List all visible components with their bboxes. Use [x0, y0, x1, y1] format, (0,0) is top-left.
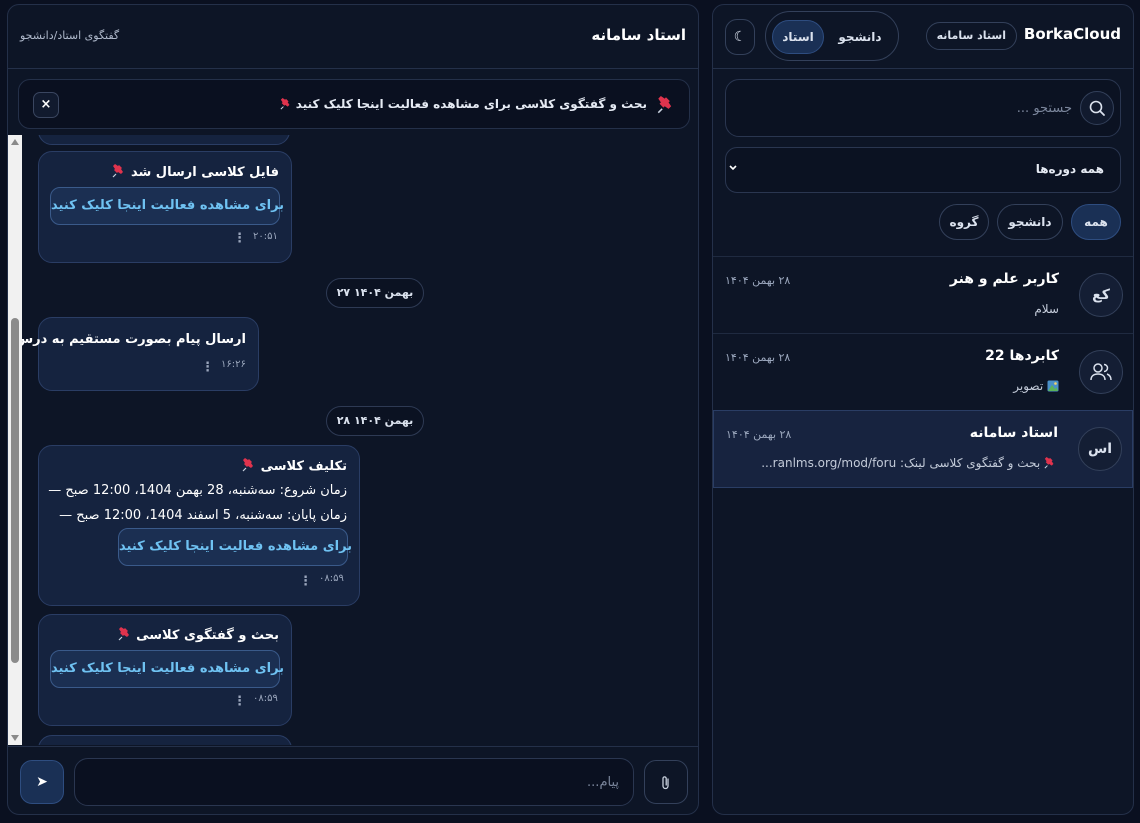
conversation-preview: بحث و گفتگوی کلاسی لینک: ranlms.org/mod/… [752, 456, 1056, 470]
message-title-text: تکلیف کلاسی [260, 459, 347, 474]
conversation-name: کاربر علم و هنر [949, 271, 1059, 287]
chat-panel: استاد سامانه گفتگوی استاد/دانشجو بحث و گ… [7, 4, 699, 815]
message-menu-icon[interactable]: ⋮ [201, 361, 214, 374]
search-box [725, 79, 1121, 137]
role-badge: استاد سامانه [925, 22, 1017, 50]
conversation-date: ۲۸ بهمن ۱۴۰۴ [725, 351, 791, 364]
sidebar: BorkaCloud استاد سامانه استاد دانشجو ☾ ه… [712, 4, 1134, 815]
sidebar-header: BorkaCloud استاد سامانه استاد دانشجو ☾ [713, 5, 1133, 69]
view-activity-button[interactable]: برای مشاهده فعالیت اینجا کلیک کنید [50, 187, 284, 225]
send-icon: ➤ [36, 774, 48, 790]
attach-button[interactable] [644, 760, 688, 804]
pinned-message-label: بحث و گفتگوی کلاسی برای مشاهده فعالیت ای… [295, 97, 647, 111]
date-separator: ۲۷ بهمن ۱۴۰۴ [326, 278, 424, 308]
chevron-down-icon [729, 165, 737, 171]
filter-all-button[interactable]: همه [1071, 204, 1121, 240]
pin-icon [242, 458, 254, 472]
search-input[interactable] [752, 94, 1072, 122]
group-icon [1090, 363, 1112, 381]
scrollbar-thumb[interactable] [11, 318, 19, 663]
theme-toggle-button[interactable]: ☾ [725, 19, 755, 55]
avatar: کع [1079, 273, 1123, 317]
conversation-item[interactable]: کع کاربر علم و هنر ۲۸ بهمن ۱۴۰۴ سلام [713, 256, 1133, 333]
view-activity-button[interactable]: برای مشاهده فعالیت اینجا کلیک کنید [50, 650, 284, 688]
message-time: ۰۸:۵۹ [253, 693, 278, 704]
course-select[interactable]: همه دوره‌ها [725, 147, 1121, 193]
message-bubble: فایل کلاسی ارسال شد برای مشاهده فعالیت ا… [38, 151, 292, 263]
message-composer: ➤ [8, 746, 698, 814]
message-time: ۰۸:۵۹ [319, 573, 344, 584]
message-menu-icon[interactable]: ⋮ [233, 232, 246, 245]
role-teacher-button[interactable]: استاد [772, 20, 824, 54]
message-title: تکلیف کلاسی [240, 458, 347, 474]
message-text: ارسال پیام بصورت مستقیم به درس [22, 332, 246, 347]
send-button[interactable]: ➤ [20, 760, 64, 804]
conversation-date: ۲۸ بهمن ۱۴۰۴ [726, 428, 792, 441]
chat-title: استاد سامانه [591, 26, 686, 44]
conversation-item[interactable]: کابرد‌ها 22 ۲۸ بهمن ۱۴۰۴ تصویر [713, 333, 1133, 410]
pinned-message-banner[interactable]: بحث و گفتگوی کلاسی برای مشاهده فعالیت ای… [18, 79, 690, 129]
search-button[interactable] [1080, 91, 1114, 125]
message-menu-icon[interactable]: ⋮ [233, 695, 246, 708]
image-icon [1047, 380, 1059, 392]
paperclip-icon [662, 775, 669, 789]
role-toggle: استاد دانشجو [765, 11, 899, 61]
chat-subtitle: گفتگوی استاد/دانشجو [20, 29, 120, 42]
conversation-preview: تصویر [1013, 379, 1059, 393]
date-separator: ۲۸ بهمن ۱۴۰۴ [326, 406, 424, 436]
message-title-text: فایل کلاسی ارسال شد [130, 165, 279, 180]
message-input[interactable] [74, 758, 634, 806]
conversation-preview: سلام [1034, 302, 1059, 316]
message-bubble: ارسال پیام بصورت مستقیم به درس ۱۶:۲۶ ⋮ [22, 317, 259, 391]
message-time: ۱۶:۲۶ [221, 359, 246, 370]
brand-logo: BorkaCloud [1023, 25, 1121, 43]
messages-list: فایل کلاسی ارسال شد برای مشاهده فعالیت ا… [22, 135, 698, 745]
avatar: اس [1078, 427, 1122, 471]
moon-icon: ☾ [733, 29, 747, 45]
message-menu-icon[interactable]: ⋮ [299, 575, 312, 588]
view-activity-button[interactable]: برای مشاهده فعالیت اینجا کلیک کنید [118, 528, 352, 566]
role-student-button[interactable]: دانشجو [830, 20, 890, 54]
pin-icon [113, 164, 124, 178]
conversation-name: کابرد‌ها 22 [985, 348, 1059, 364]
avatar [1079, 350, 1123, 394]
filter-group-button[interactable]: گروه [939, 204, 989, 240]
filter-student-button[interactable]: دانشجو [997, 204, 1063, 240]
pin-icon [280, 98, 290, 110]
message-bubble: بحث و گفتگوی کلاسی برای مشاهده فعالیت ای… [38, 614, 292, 726]
messages-scrollbar[interactable] [8, 135, 22, 745]
message-start-time: — زمان شروع: سه‌شنبه، 28 بهمن 1404، 12:0… [48, 483, 347, 498]
message-title: بحث و گفتگوی کلاسی [116, 627, 279, 643]
message-end-time: — زمان پایان: سه‌شنبه، 5 اسفند 1404، 12:… [59, 508, 347, 523]
chat-header: استاد سامانه گفتگوی استاد/دانشجو [8, 5, 698, 69]
conversation-name: استاد سامانه [969, 425, 1058, 441]
message-bubble: تکلیف کلاسی — زمان شروع: سه‌شنبه، 28 بهم… [38, 445, 360, 606]
message-time: ۲۰:۵۱ [253, 231, 278, 242]
conversation-date: ۲۸ بهمن ۱۴۰۴ [725, 274, 791, 287]
pin-icon [657, 96, 672, 114]
message-title: فایل کلاسی ارسال شد [110, 164, 279, 180]
conversation-preview-text: بحث و گفتگوی کلاسی لینک: ranlms.org/mod/… [761, 456, 1041, 470]
conversation-preview-text: تصویر [1013, 379, 1044, 393]
pin-icon [118, 627, 129, 641]
course-select-value: همه دوره‌ها [1035, 162, 1104, 176]
search-icon [1089, 100, 1105, 116]
scroll-down-arrow-icon[interactable] [11, 735, 19, 741]
message-bubble [38, 135, 290, 145]
pin-icon [1044, 457, 1054, 469]
scroll-up-arrow-icon[interactable] [11, 139, 19, 145]
pinned-message-text: بحث و گفتگوی کلاسی برای مشاهده فعالیت ای… [280, 97, 647, 111]
close-pinned-button[interactable]: × [33, 92, 59, 118]
message-title-text: بحث و گفتگوی کلاسی [136, 628, 279, 643]
conversation-item-active[interactable]: اس استاد سامانه ۲۸ بهمن ۱۴۰۴ بحث و گفتگو… [713, 410, 1133, 488]
message-bubble [38, 735, 292, 745]
